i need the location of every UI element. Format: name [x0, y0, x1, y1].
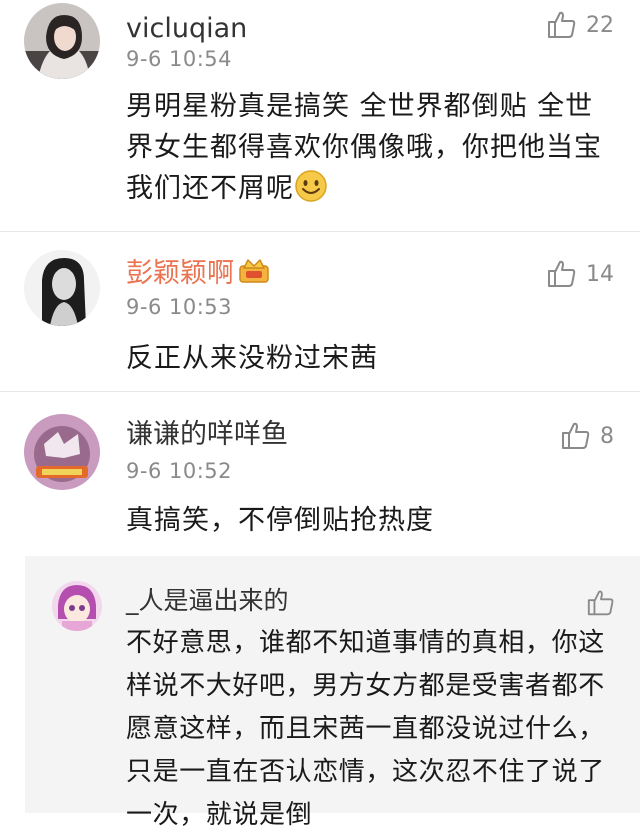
- username[interactable]: vicluqian: [126, 12, 247, 46]
- comment-item: vicluqian 9-6 10:54 22 男明星粉真是搞笑 全世界都倒贴 全…: [0, 0, 640, 232]
- smiley-emoji-icon: [294, 169, 328, 215]
- like-count: 14: [586, 261, 614, 287]
- timestamp: 9-6 10:54: [126, 47, 232, 71]
- avatar[interactable]: [24, 250, 100, 326]
- avatar[interactable]: [24, 3, 100, 79]
- thumbs-up-icon: [560, 420, 592, 452]
- comment-text: 真搞笑，不停倒贴抢热度: [126, 505, 434, 536]
- reply-text: 不好意思，谁都不知道事情的真相，你这样说不大好吧，男方女方都是受害者都不愿意这样…: [126, 628, 605, 830]
- timestamp: 9-6 10:52: [126, 459, 232, 483]
- like-count: 22: [586, 12, 614, 38]
- reply-thread: _人是逼出来的 不好意思，谁都不知道事情的真相，你这样说不大好吧，男方女方都是受…: [25, 556, 640, 830]
- vip-crown-icon: [238, 256, 270, 293]
- like-button[interactable]: 22: [546, 7, 614, 43]
- like-button[interactable]: [586, 585, 616, 621]
- username[interactable]: 彭颖颖啊: [126, 256, 270, 293]
- timestamp: 9-6 10:53: [126, 295, 232, 319]
- username[interactable]: 谦谦的咩咩鱼: [126, 418, 288, 452]
- comment-item: 谦谦的咩咩鱼 9-6 10:52 8 真搞笑，不停倒贴抢热度: [0, 392, 640, 556]
- avatar[interactable]: [24, 414, 100, 490]
- comment-text: 反正从来没粉过宋茜: [126, 343, 378, 374]
- reply-username[interactable]: _人是逼出来的: [126, 584, 289, 618]
- like-button[interactable]: 14: [546, 256, 614, 292]
- like-count: 8: [600, 423, 614, 449]
- thumbs-up-icon: [546, 9, 578, 41]
- avatar[interactable]: [52, 581, 102, 631]
- thumbs-up-icon: [546, 258, 578, 290]
- like-button[interactable]: 8: [560, 418, 614, 454]
- comment-item: 彭颖颖啊 9-6 10:53 14 反正从来没粉过宋茜: [0, 232, 640, 392]
- comment-text: 男明星粉真是搞笑 全世界都倒贴 全世界女生都得喜欢你偶像哦，你把他当宝我们还不屑…: [126, 86, 616, 212]
- thumbs-up-icon: [586, 588, 616, 618]
